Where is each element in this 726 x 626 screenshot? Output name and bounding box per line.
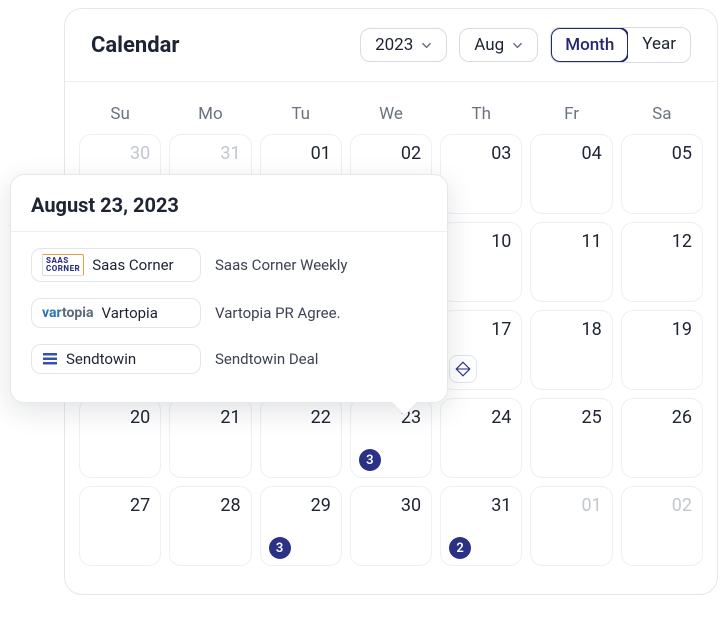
year-dropdown[interactable]: 2023 <box>360 28 447 62</box>
day-number: 22 <box>311 407 331 428</box>
company-name: Sendtowin <box>66 350 136 368</box>
event-title: Vartopia PR Agree. <box>215 304 341 322</box>
event-title: Sendtowin Deal <box>215 350 318 368</box>
day-cell[interactable]: 26 <box>621 398 703 478</box>
view-toggle: Month Year <box>550 27 691 63</box>
chevron-down-icon <box>512 40 523 51</box>
day-cell[interactable]: 24 <box>440 398 522 478</box>
weekday-header: Tu <box>260 88 342 134</box>
day-number: 28 <box>220 495 240 516</box>
weekday-header: Sa <box>621 88 703 134</box>
day-number: 19 <box>672 319 692 340</box>
toggle-year[interactable]: Year <box>628 28 690 62</box>
day-cell[interactable]: 12 <box>621 222 703 302</box>
day-cell[interactable]: 01 <box>530 486 612 566</box>
day-cell[interactable]: 03 <box>440 134 522 214</box>
saas-corner-logo-icon: SAASCORNER <box>42 254 84 276</box>
popover-item[interactable]: vartopia Vartopia Vartopia PR Agree. <box>31 290 427 336</box>
day-number: 29 <box>311 495 331 516</box>
day-cell[interactable]: 10 <box>440 222 522 302</box>
day-cell[interactable]: 20 <box>79 398 161 478</box>
day-number: 17 <box>491 319 511 340</box>
day-cell[interactable]: 30 <box>350 486 432 566</box>
month-dropdown[interactable]: Aug <box>459 28 538 62</box>
day-cell[interactable]: 28 <box>169 486 251 566</box>
day-number: 20 <box>130 407 150 428</box>
event-count-badge: 2 <box>449 537 471 559</box>
year-value: 2023 <box>375 35 413 55</box>
day-number: 01 <box>311 143 331 164</box>
popover-title: August 23, 2023 <box>11 175 447 232</box>
day-number: 03 <box>491 143 511 164</box>
day-cell[interactable]: 31 2 <box>440 486 522 566</box>
day-cell[interactable]: 21 <box>169 398 251 478</box>
weekday-header: Su <box>79 88 161 134</box>
event-count-badge: 3 <box>269 537 291 559</box>
day-cell[interactable]: 233 <box>350 398 432 478</box>
weekday-row: SuMoTuWeThFrSa <box>79 88 703 134</box>
day-cell[interactable]: 25 <box>530 398 612 478</box>
day-number: 02 <box>401 143 421 164</box>
day-number: 31 <box>491 495 511 516</box>
day-row: 20 21 22 233 24 25 26 <box>79 398 703 478</box>
event-popover: August 23, 2023 SAASCORNER Saas Corner Saa… <box>10 174 448 403</box>
day-number: 02 <box>672 495 692 516</box>
toggle-month[interactable]: Month <box>550 27 629 63</box>
weekday-header: Th <box>440 88 522 134</box>
day-number: 04 <box>581 143 601 164</box>
popover-item[interactable]: Sendtowin Sendtowin Deal <box>31 336 427 382</box>
company-name: Vartopia <box>101 304 157 322</box>
company-name: Saas Corner <box>92 256 173 274</box>
day-cell[interactable]: 05 <box>621 134 703 214</box>
day-cell[interactable]: 11 <box>530 222 612 302</box>
day-number: 30 <box>401 495 421 516</box>
chevron-down-icon <box>421 40 432 51</box>
calendar-controls: 2023 Aug Month Year <box>360 27 691 63</box>
day-number: 21 <box>220 407 240 428</box>
day-number: 31 <box>220 143 240 164</box>
day-cell[interactable]: 04 <box>530 134 612 214</box>
day-number: 12 <box>672 231 692 252</box>
weekday-header: Fr <box>530 88 612 134</box>
popover-item[interactable]: SAASCORNER Saas Corner Saas Corner Weekly <box>31 240 427 290</box>
event-title: Saas Corner Weekly <box>215 256 347 274</box>
day-number: 18 <box>581 319 601 340</box>
day-cell[interactable]: 19 <box>621 310 703 390</box>
popover-body: SAASCORNER Saas Corner Saas Corner Weekly v… <box>11 232 447 402</box>
day-cell[interactable]: 27 <box>79 486 161 566</box>
day-number: 01 <box>581 495 601 516</box>
event-count-badge: 3 <box>359 449 381 471</box>
company-chip: vartopia Vartopia <box>31 298 201 328</box>
day-cell[interactable]: 17 <box>440 310 522 390</box>
company-chip: SAASCORNER Saas Corner <box>31 248 201 282</box>
weekday-header: We <box>350 88 432 134</box>
day-number: 11 <box>581 231 601 252</box>
weekday-header: Mo <box>169 88 251 134</box>
diamond-icon <box>449 355 477 383</box>
company-chip: Sendtowin <box>31 344 201 374</box>
day-number: 27 <box>130 495 150 516</box>
day-number: 26 <box>672 407 692 428</box>
month-value: Aug <box>474 35 504 55</box>
sendtowin-logo-icon <box>42 352 58 366</box>
day-number: 10 <box>491 231 511 252</box>
day-row: 27 28 29 3 30 31 2 01 02 <box>79 486 703 566</box>
day-number: 30 <box>130 143 150 164</box>
vartopia-logo-icon: vartopia <box>42 305 93 321</box>
day-number: 24 <box>491 407 511 428</box>
day-number: 05 <box>672 143 692 164</box>
page-title: Calendar <box>91 33 179 58</box>
day-cell[interactable]: 29 3 <box>260 486 342 566</box>
day-cell[interactable]: 18 <box>530 310 612 390</box>
day-cell[interactable]: 02 <box>621 486 703 566</box>
calendar-header: Calendar 2023 Aug Month Year <box>65 9 717 82</box>
day-number: 25 <box>581 407 601 428</box>
day-cell[interactable]: 22 <box>260 398 342 478</box>
